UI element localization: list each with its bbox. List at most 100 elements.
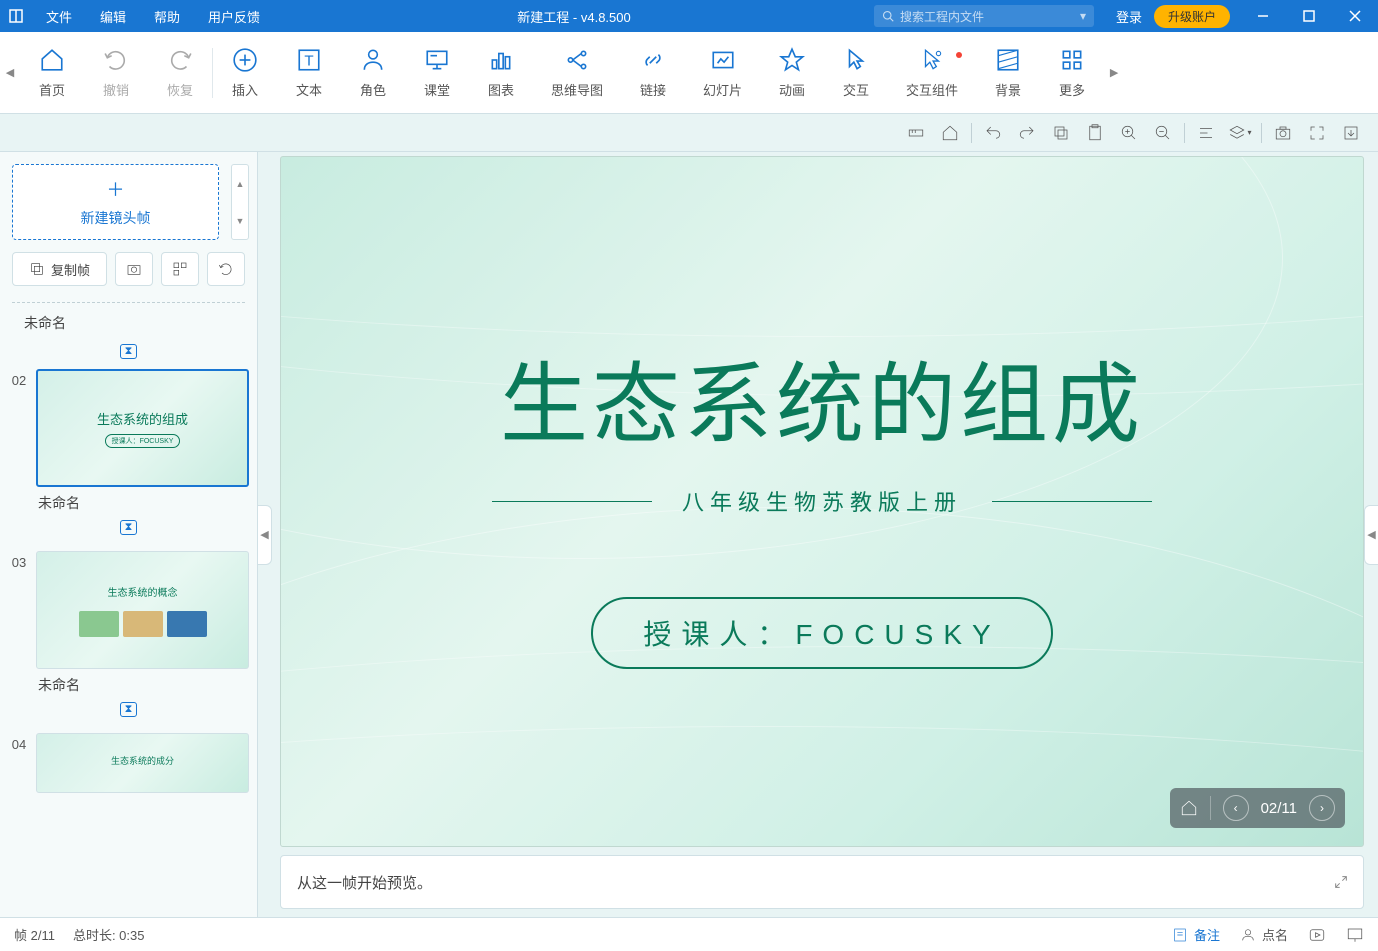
sidebar-actions: 复制帧 bbox=[0, 252, 257, 296]
nav-home-icon[interactable] bbox=[1180, 799, 1198, 817]
subtool-align[interactable] bbox=[1193, 120, 1219, 146]
subtool-export[interactable] bbox=[1338, 120, 1364, 146]
section-label-1: 未命名 bbox=[0, 309, 257, 337]
slide-subtitle: 八年级生物苏教版上册 bbox=[682, 485, 962, 517]
slide-canvas[interactable]: 生态系统的组成 八年级生物苏教版上册 授课人：FOCUSKY ‹ 02/11 › bbox=[280, 156, 1364, 847]
slide-subtitle-row: 八年级生物苏教版上册 bbox=[492, 485, 1152, 517]
mindmap-icon bbox=[563, 46, 591, 74]
new-frame-label: 新建镜头帧 bbox=[81, 208, 151, 228]
subtool-redo2[interactable] bbox=[1014, 120, 1040, 146]
toolbar-scroll-left[interactable]: ◀ bbox=[0, 66, 20, 79]
link-icon bbox=[639, 46, 667, 74]
app-logo bbox=[0, 8, 32, 24]
nav-prev-button[interactable]: ‹ bbox=[1223, 795, 1249, 821]
play-button[interactable] bbox=[1308, 926, 1326, 944]
thumbnail-list[interactable]: 02 生态系统的组成 授课人：FOCUSKY 未命名 ⧗ 03 生态系统的概念 bbox=[0, 369, 257, 917]
tool-undo[interactable]: 撤销 bbox=[84, 46, 148, 99]
board-icon bbox=[423, 46, 451, 74]
subtool-ruler[interactable] bbox=[903, 120, 929, 146]
upgrade-button[interactable]: 升级账户 bbox=[1154, 5, 1230, 28]
text-icon: T bbox=[295, 46, 323, 74]
thumbnail-04[interactable]: 04 生态系统的成分 bbox=[8, 733, 249, 793]
close-button[interactable] bbox=[1332, 0, 1378, 32]
home-icon bbox=[38, 46, 66, 74]
tool-interactive-widget[interactable]: 交互组件 bbox=[888, 46, 976, 99]
tool-chart[interactable]: 图表 bbox=[469, 46, 533, 99]
star-icon bbox=[778, 46, 806, 74]
subtool-zoom-out[interactable] bbox=[1150, 120, 1176, 146]
search-placeholder: 搜索工程内文件 bbox=[900, 8, 984, 25]
sub-toolbar: ▾ bbox=[0, 114, 1378, 152]
hourglass-marker[interactable]: ⧗ bbox=[0, 337, 257, 369]
hourglass-marker[interactable]: ⧗ bbox=[8, 513, 249, 545]
status-duration: 总时长: 0:35 bbox=[73, 925, 145, 944]
thumbnail-02[interactable]: 02 生态系统的组成 授课人：FOCUSKY 未命名 ⧗ bbox=[8, 369, 249, 545]
login-link[interactable]: 登录 bbox=[1104, 7, 1154, 26]
subtool-home[interactable] bbox=[937, 120, 963, 146]
canvas-area: ◀ ◀ 生态系统的组成 八年级生物苏教版上册 授课人：FOCUSKY ‹ 02/… bbox=[258, 152, 1378, 917]
grid-icon bbox=[1058, 46, 1086, 74]
collapse-left-button[interactable]: ◀ bbox=[258, 505, 272, 565]
pattern-icon bbox=[994, 46, 1022, 74]
tool-classroom[interactable]: 课堂 bbox=[405, 46, 469, 99]
tool-animation[interactable]: 动画 bbox=[760, 46, 824, 99]
maximize-button[interactable] bbox=[1286, 0, 1332, 32]
camera-frame-button[interactable] bbox=[115, 252, 153, 286]
thumbnail-03[interactable]: 03 生态系统的概念 未命名 ⧗ bbox=[8, 551, 249, 727]
copy-frame-button[interactable]: 复制帧 bbox=[12, 252, 107, 286]
nav-next-button[interactable]: › bbox=[1309, 795, 1335, 821]
thumb-preview[interactable]: 生态系统的概念 bbox=[36, 551, 249, 669]
tool-mindmap[interactable]: 思维导图 bbox=[533, 46, 621, 99]
menu-bar: 文件 编辑 帮助 用户反馈 bbox=[32, 0, 274, 32]
hourglass-marker[interactable]: ⧗ bbox=[8, 695, 249, 727]
notes-button[interactable]: 备注 bbox=[1172, 925, 1220, 944]
scrollbar-stub[interactable]: ▲▼ bbox=[231, 164, 249, 240]
menu-feedback[interactable]: 用户反馈 bbox=[194, 0, 274, 32]
subtool-fullscreen[interactable] bbox=[1304, 120, 1330, 146]
tool-interactive[interactable]: 交互 bbox=[824, 46, 888, 99]
expand-icon[interactable] bbox=[1333, 874, 1349, 890]
tool-background[interactable]: 背景 bbox=[976, 46, 1040, 99]
menu-edit[interactable]: 编辑 bbox=[86, 0, 140, 32]
subtool-zoom-in[interactable] bbox=[1116, 120, 1142, 146]
new-frame-button[interactable]: ＋ 新建镜头帧 bbox=[12, 164, 219, 240]
notification-dot bbox=[956, 52, 962, 58]
status-frame: 帧 2/11 bbox=[14, 925, 55, 944]
menu-help[interactable]: 帮助 bbox=[140, 0, 194, 32]
thumb-number: 04 bbox=[8, 733, 30, 752]
tool-more[interactable]: 更多 bbox=[1040, 46, 1104, 99]
thumb-preview[interactable]: 生态系统的组成 授课人：FOCUSKY bbox=[36, 369, 249, 487]
preview-bar[interactable]: 从这一帧开始预览。 bbox=[280, 855, 1364, 909]
minimize-button[interactable] bbox=[1240, 0, 1286, 32]
tool-text[interactable]: T文本 bbox=[277, 46, 341, 99]
chart-icon bbox=[487, 46, 515, 74]
subtool-undo2[interactable] bbox=[980, 120, 1006, 146]
tool-slide[interactable]: 幻灯片 bbox=[685, 46, 760, 99]
subtool-camera[interactable] bbox=[1270, 120, 1296, 146]
redo-icon bbox=[166, 46, 194, 74]
tool-redo[interactable]: 恢复 bbox=[148, 46, 212, 99]
tool-role[interactable]: 角色 bbox=[341, 46, 405, 99]
subtool-layer[interactable]: ▾ bbox=[1227, 120, 1253, 146]
qr-frame-button[interactable] bbox=[161, 252, 199, 286]
thumb-preview[interactable]: 生态系统的成分 bbox=[36, 733, 249, 793]
preview-text: 从这一帧开始预览。 bbox=[297, 872, 432, 893]
search-box[interactable]: 搜索工程内文件 ▾ bbox=[874, 5, 1094, 27]
subtool-paste[interactable] bbox=[1082, 120, 1108, 146]
slide-presenter: 授课人：FOCUSKY bbox=[591, 597, 1052, 669]
menu-file[interactable]: 文件 bbox=[32, 0, 86, 32]
tool-home[interactable]: 首页 bbox=[20, 46, 84, 99]
dropdown-icon[interactable]: ▾ bbox=[1080, 9, 1086, 23]
tool-insert[interactable]: 插入 bbox=[213, 46, 277, 99]
present-button[interactable] bbox=[1346, 926, 1364, 944]
rollcall-button[interactable]: 点名 bbox=[1240, 925, 1288, 944]
thumb-caption: 未命名 bbox=[8, 487, 249, 513]
refresh-frame-button[interactable] bbox=[207, 252, 245, 286]
slide-title: 生态系统的组成 bbox=[500, 334, 1144, 461]
window-title: 新建工程 - v4.8.500 bbox=[274, 7, 874, 26]
subtool-copy[interactable] bbox=[1048, 120, 1074, 146]
collapse-right-button[interactable]: ◀ bbox=[1364, 505, 1378, 565]
person-icon bbox=[359, 46, 387, 74]
toolbar-scroll-right[interactable]: ▶ bbox=[1104, 66, 1124, 79]
tool-link[interactable]: 链接 bbox=[621, 46, 685, 99]
